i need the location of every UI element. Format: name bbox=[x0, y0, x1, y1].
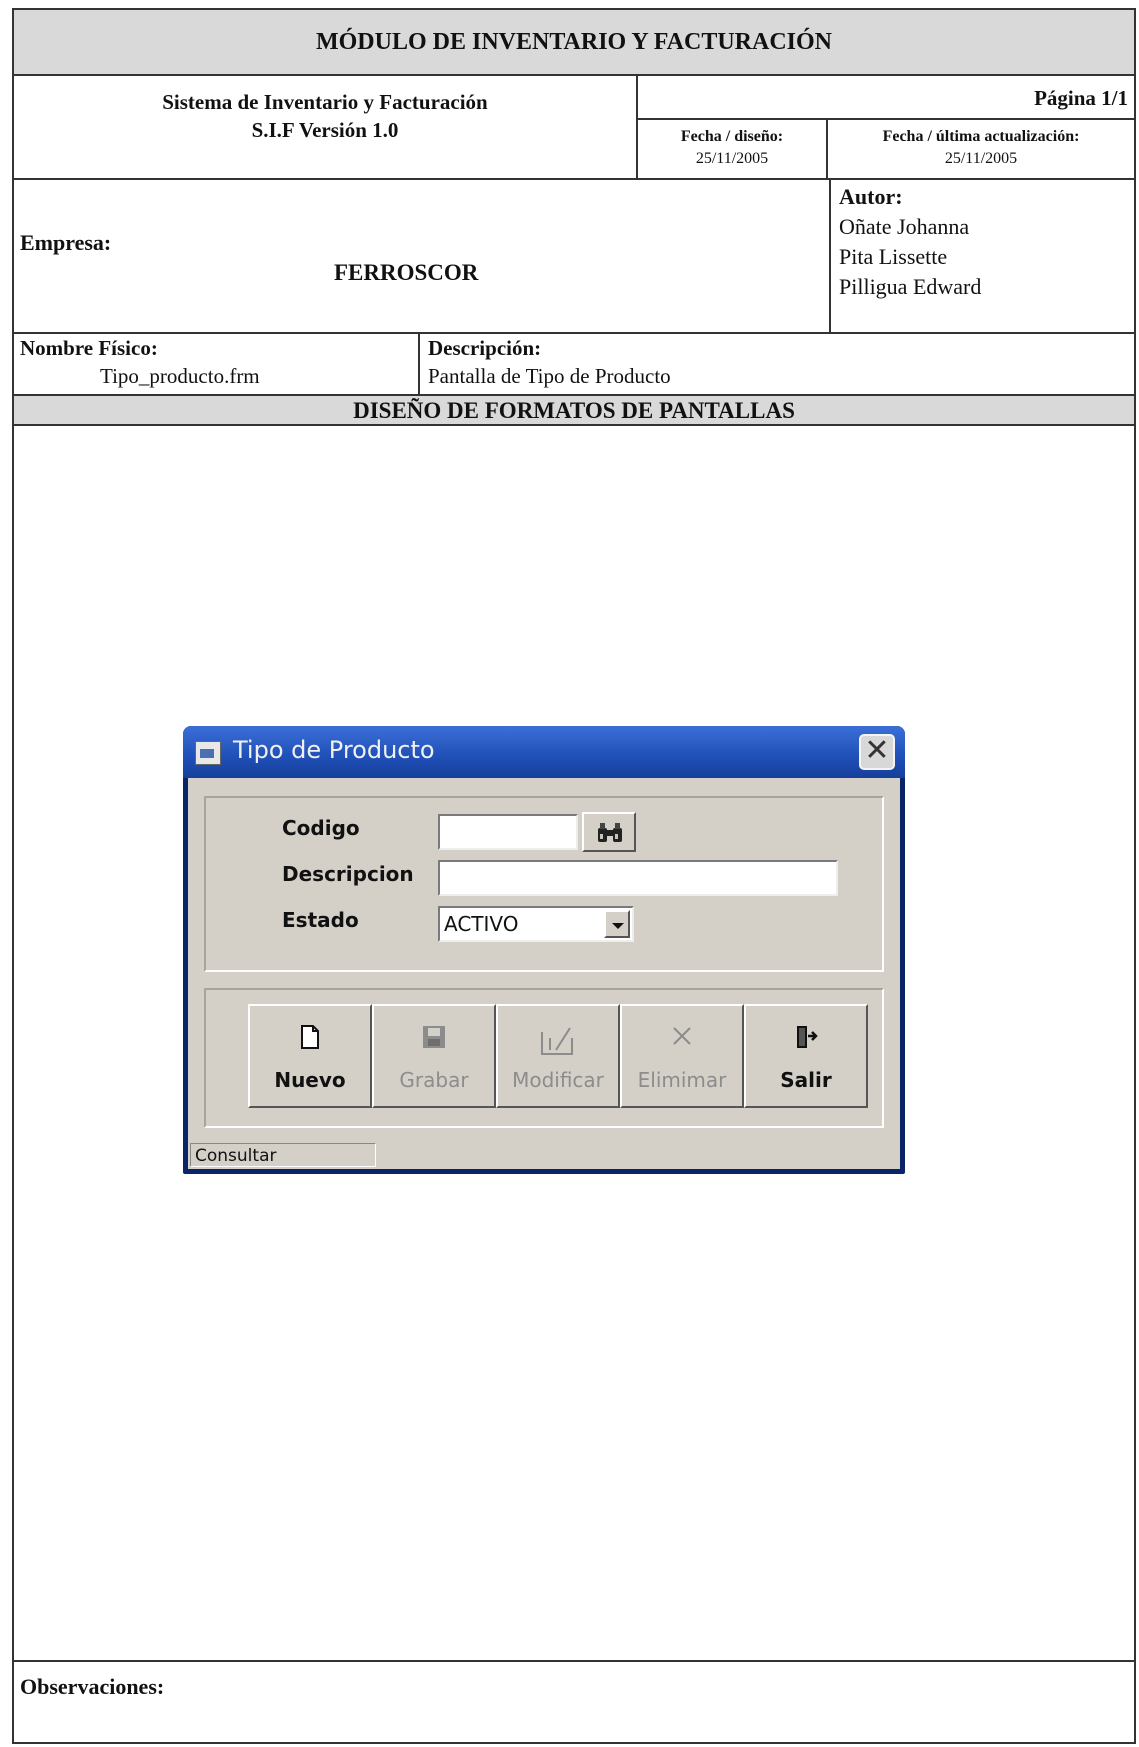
physical-name-cell: Nombre Físico: Tipo_producto.frm bbox=[14, 334, 420, 394]
search-button[interactable] bbox=[582, 812, 636, 852]
window-body: Codigo Descripcion Estado ACTIVO Nuevo G… bbox=[188, 778, 900, 1169]
physical-name-label: Nombre Físico: bbox=[20, 336, 158, 360]
document-title: MÓDULO DE INVENTARIO Y FACTURACIÓN bbox=[14, 10, 1134, 76]
salir-button[interactable]: Salir bbox=[744, 1004, 868, 1108]
author-cell: Autor: Oñate Johanna Pita Lissette Pilli… bbox=[829, 180, 1134, 332]
close-icon: ✕ bbox=[864, 733, 890, 768]
close-button[interactable]: ✕ bbox=[859, 734, 895, 770]
status-text: Consultar bbox=[190, 1143, 376, 1167]
modificar-button[interactable]: Modificar bbox=[496, 1004, 620, 1108]
chevron-down-icon[interactable] bbox=[604, 910, 630, 938]
estado-value: ACTIVO bbox=[444, 912, 519, 936]
design-date-label: Fecha / diseño: bbox=[680, 128, 784, 145]
author-label: Autor: bbox=[839, 184, 903, 209]
update-date-cell: Fecha / última actualización: 25/11/2005 bbox=[828, 120, 1134, 178]
modificar-label: Modificar bbox=[512, 1068, 604, 1092]
delete-x-icon bbox=[673, 1027, 691, 1045]
action-toolbar: Nuevo Grabar Modificar Elimimar Salir bbox=[248, 1004, 872, 1108]
file-info-row: Nombre Físico: Tipo_producto.frm Descrip… bbox=[14, 334, 1134, 396]
exit-door-icon bbox=[797, 1026, 818, 1048]
system-version: S.I.F Versión 1.0 bbox=[251, 118, 399, 142]
window-title: Tipo de Producto bbox=[233, 736, 435, 764]
eliminar-button[interactable]: Elimimar bbox=[620, 1004, 744, 1108]
description: Pantalla de Tipo de Producto bbox=[428, 364, 671, 388]
status-bar: Consultar bbox=[188, 1141, 900, 1169]
system-info-row: Sistema de Inventario y Facturación S.I.… bbox=[14, 76, 1134, 180]
author-name: Pita Lissette bbox=[839, 244, 948, 269]
tipo-producto-window: Tipo de Producto ✕ Codigo Descripcion Es… bbox=[183, 726, 905, 1174]
toolbar-group: Nuevo Grabar Modificar Elimimar Salir bbox=[204, 988, 884, 1128]
nuevo-label: Nuevo bbox=[274, 1068, 346, 1092]
window-title-bar[interactable]: Tipo de Producto ✕ bbox=[183, 726, 905, 778]
codigo-input[interactable] bbox=[438, 814, 578, 850]
edit-icon bbox=[541, 1027, 573, 1055]
company-name: FERROSCOR bbox=[334, 260, 479, 285]
author-name: Pilligua Edward bbox=[839, 274, 982, 299]
page-number: Página 1/1 bbox=[638, 76, 1134, 120]
author-name: Oñate Johanna bbox=[839, 214, 970, 239]
save-disk-icon bbox=[423, 1026, 445, 1048]
company-label: Empresa: bbox=[20, 230, 112, 255]
new-document-icon bbox=[301, 1025, 319, 1049]
descripcion-input[interactable] bbox=[438, 860, 838, 896]
salir-label: Salir bbox=[780, 1068, 832, 1092]
description-cell: Descripción: Pantalla de Tipo de Product… bbox=[420, 334, 1134, 394]
estado-select[interactable]: ACTIVO bbox=[438, 906, 634, 942]
update-date-label: Fecha / última actualización: bbox=[882, 128, 1080, 145]
app-icon bbox=[195, 741, 221, 765]
descripcion-label: Descripcion bbox=[282, 862, 414, 886]
design-date: 25/11/2005 bbox=[695, 150, 769, 167]
description-label: Descripción: bbox=[428, 336, 542, 360]
codigo-label: Codigo bbox=[282, 816, 360, 840]
nuevo-button[interactable]: Nuevo bbox=[248, 1004, 372, 1108]
company-row: Empresa: FERROSCOR Autor: Oñate Johanna … bbox=[14, 180, 1134, 334]
update-date: 25/11/2005 bbox=[944, 150, 1018, 167]
observations-row: Observaciones: bbox=[14, 1660, 1134, 1744]
eliminar-label: Elimimar bbox=[637, 1068, 727, 1092]
design-date-cell: Fecha / diseño: 25/11/2005 bbox=[638, 120, 828, 178]
physical-name: Tipo_producto.frm bbox=[100, 364, 260, 388]
system-name-cell: Sistema de Inventario y Facturación S.I.… bbox=[14, 76, 638, 178]
observations-label: Observaciones: bbox=[20, 1674, 165, 1699]
section-title: DISEÑO DE FORMATOS DE PANTALLAS bbox=[14, 396, 1134, 426]
fields-group: Codigo Descripcion Estado ACTIVO bbox=[204, 796, 884, 972]
system-name: Sistema de Inventario y Facturación bbox=[162, 90, 488, 114]
binoculars-icon bbox=[598, 823, 622, 842]
grabar-label: Grabar bbox=[399, 1068, 469, 1092]
estado-label: Estado bbox=[282, 908, 359, 932]
grabar-button[interactable]: Grabar bbox=[372, 1004, 496, 1108]
